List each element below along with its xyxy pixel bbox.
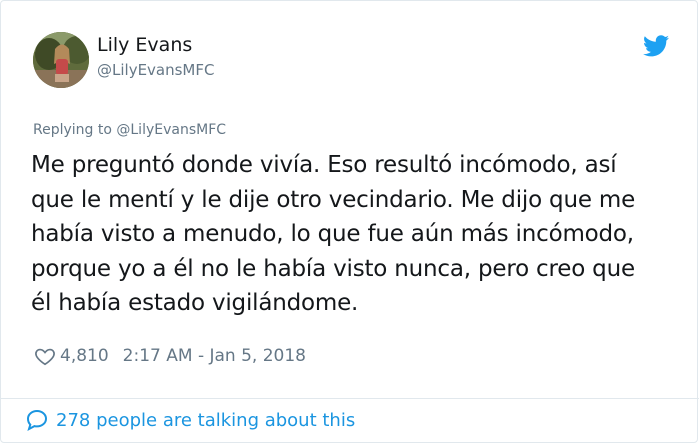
- tweet-line: Me preguntó donde vivía. Eso resultó inc…: [31, 152, 617, 178]
- divider: [1, 398, 699, 399]
- tweet-line: porque yo a él no le había visto nunca, …: [31, 255, 635, 282]
- tweet-card: Lily Evans @LilyEvansMFC Replying to @Li…: [0, 0, 699, 443]
- twitter-bird-icon[interactable]: [643, 35, 669, 57]
- author-handle[interactable]: @LilyEvansMFC: [97, 61, 214, 79]
- tweet-line: él había estado vigilándome.: [31, 290, 359, 316]
- replying-to[interactable]: Replying to @LilyEvansMFC: [33, 122, 226, 138]
- heart-icon[interactable]: [34, 345, 56, 367]
- conversation-link[interactable]: 278 people are talking about this: [25, 408, 355, 432]
- author-display-name[interactable]: Lily Evans: [97, 34, 192, 56]
- tweet-timestamp[interactable]: 2:17 AM - Jan 5, 2018: [123, 346, 306, 366]
- tweet-line: que le mentí y le dije otro vecindario. …: [31, 186, 636, 213]
- conversation-text[interactable]: 278 people are talking about this: [56, 410, 355, 431]
- speech-bubble-icon: [26, 409, 48, 431]
- avatar[interactable]: [33, 32, 89, 88]
- tweet-meta: 4,810 2:17 AM - Jan 5, 2018: [34, 345, 306, 367]
- tweet-text: Me preguntó donde vivía. Eso resultó inc…: [31, 148, 681, 321]
- like-count[interactable]: 4,810: [60, 346, 109, 366]
- tweet-line: había visto a menudo, lo que fue aún más…: [31, 221, 634, 247]
